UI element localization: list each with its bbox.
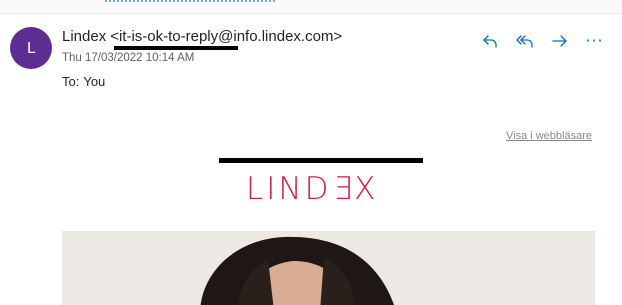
reply-all-button[interactable] [507, 30, 542, 52]
recipient-line: To: You [62, 74, 105, 89]
forward-icon [551, 35, 567, 47]
recipient-name[interactable]: You [83, 74, 105, 89]
forward-button[interactable] [542, 30, 577, 52]
message-date: Thu 17/03/2022 10:14 AM [62, 52, 195, 64]
logo-text-mirrored-e: E [331, 171, 355, 207]
lindex-logo[interactable]: LINDEX [246, 171, 378, 207]
sender-avatar[interactable]: L [10, 27, 52, 69]
reply-all-icon [515, 35, 533, 48]
sender-name[interactable]: Lindex [62, 28, 106, 45]
redaction-mark [114, 46, 238, 50]
to-label: To: [62, 74, 80, 89]
hero-image[interactable] [62, 231, 595, 305]
more-icon: ··· [585, 31, 604, 50]
logo-text-start: LIND [246, 171, 332, 207]
logo-text-end: X [354, 171, 379, 207]
more-actions-button[interactable]: ··· [577, 30, 612, 52]
sender-line: Lindex <it-is-ok-to-reply@info.lindex.com… [62, 28, 342, 45]
reply-icon [482, 35, 497, 48]
redaction-mark [219, 158, 423, 163]
previous-content-strip [0, 0, 622, 14]
avatar-initial: L [26, 39, 36, 57]
view-in-browser-link[interactable]: Visa i webbläsare [506, 130, 592, 142]
message-actions: ··· [472, 30, 612, 52]
reply-button[interactable] [472, 30, 507, 52]
partial-link [105, 0, 275, 2]
sender-address[interactable]: <it-is-ok-to-reply@info.lindex.com> [110, 28, 342, 45]
woman-portrait-photo [62, 231, 595, 305]
